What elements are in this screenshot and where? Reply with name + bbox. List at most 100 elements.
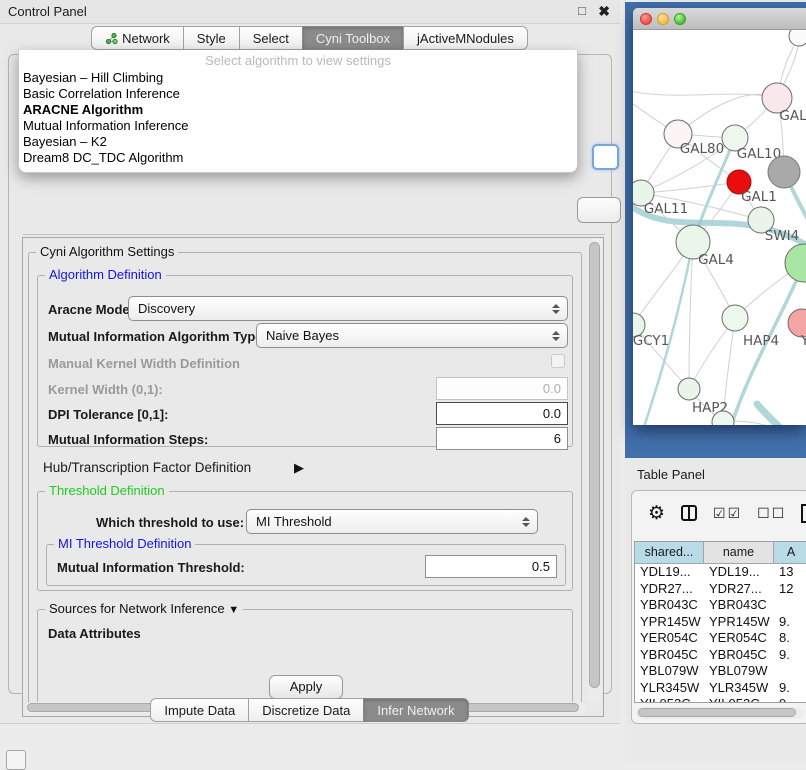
split-columns-icon[interactable] (680, 504, 698, 522)
tab-jactivemnodules[interactable]: jActiveMNodules (403, 26, 528, 50)
table-rows: YDL19...YDL19...13YDR27...YDR27...12YBR0… (635, 564, 806, 702)
network-node[interactable] (768, 156, 800, 188)
table-row[interactable]: YER054CYER054C8. (635, 630, 806, 647)
network-edge[interactable] (723, 421, 806, 425)
algorithm-option-dream8-dc-tdc-algorithm[interactable]: Dream8 DC_TDC Algorithm (19, 150, 577, 166)
network-window: GALGAL80GAL10GAL1GAL11SWI4GAL4GCY1HAP4YH… (633, 8, 806, 425)
table-cell: 9. (774, 614, 806, 631)
minimize-traffic-icon[interactable] (657, 13, 669, 25)
tab-infer-network[interactable]: Infer Network (363, 698, 468, 722)
group-title: Threshold Definition (45, 483, 169, 498)
zoom-traffic-icon[interactable] (674, 13, 686, 25)
tab-style[interactable]: Style (183, 26, 240, 50)
table-cell: YDL19... (635, 564, 704, 581)
algorithm-option-aracne-algorithm[interactable]: ARACNE Algorithm (19, 102, 577, 118)
node-table: shared...nameA YDL19...YDL19...13YDR27..… (634, 541, 806, 703)
table-cell: YBR045C (704, 647, 774, 664)
dropdown-prompt: Select algorithm to view settings (19, 50, 577, 70)
export-table-icon[interactable] (801, 504, 806, 523)
close-traffic-icon[interactable] (640, 13, 652, 25)
table-row[interactable]: YDR27...YDR27...12 (635, 581, 806, 598)
table-cell: 9 (774, 696, 806, 702)
float-window-icon[interactable]: □ (578, 3, 586, 18)
algorithm-option-bayesian-hill-climbing[interactable]: Bayesian – Hill Climbing (19, 70, 577, 86)
table-row[interactable]: YLR345WYLR345W9. (635, 680, 806, 697)
tab-network[interactable]: Network (91, 26, 184, 50)
tab-discretize-data[interactable]: Discretize Data (248, 698, 364, 722)
tab-label: Select (253, 27, 289, 50)
group-title: MI Threshold Definition (54, 536, 195, 551)
which-threshold-combo[interactable]: MI Threshold (246, 509, 538, 534)
table-cell: YPR145W (704, 614, 774, 631)
network-canvas[interactable]: GALGAL80GAL10GAL1GAL11SWI4GAL4GCY1HAP4YH… (633, 30, 806, 425)
table-cell: YBL079W (635, 663, 704, 680)
table-cell: YBR043C (704, 597, 774, 614)
table-cell: 8. (774, 630, 806, 647)
table-row[interactable]: YIL052CYIL052C9 (635, 696, 806, 702)
algorithm-option-mutual-information-inference[interactable]: Mutual Information Inference (19, 118, 577, 134)
network-node-hap4[interactable] (722, 305, 748, 331)
algorithm-option-bayesian-k2[interactable]: Bayesian – K2 (19, 134, 577, 150)
aracne-mode-value: Discovery (129, 301, 551, 316)
cyni-algorithm-settings-group: Cyni Algorithm Settings Algorithm Defini… (28, 252, 582, 710)
network-edge[interactable] (641, 182, 739, 193)
inference-algorithm-combo-partial[interactable] (592, 144, 619, 170)
gear-icon[interactable]: ⚙ (648, 502, 665, 525)
mi-steps-field[interactable]: 6 (436, 427, 568, 450)
network-window-titlebar[interactable] (633, 8, 806, 30)
node-label-gal11: GAL11 (644, 201, 688, 217)
column-header-a[interactable]: A (774, 542, 806, 564)
mi-steps-label: Mutual Information Steps: (48, 432, 208, 447)
dpi-tolerance-label: DPI Tolerance [0,1]: (48, 407, 168, 422)
mi-algorithm-type-combo[interactable]: Naive Bayes (256, 323, 568, 348)
tab-impute-data[interactable]: Impute Data (150, 698, 249, 722)
tab-label: Cyni Toolbox (316, 27, 390, 50)
group-title: Sources for Network Inference ▼ (45, 601, 243, 616)
tab-label: Network (122, 27, 170, 50)
table-row[interactable]: YDL19...YDL19...13 (635, 564, 806, 581)
unchecked-columns-icon[interactable]: ☐☐ (757, 505, 786, 522)
collapse-down-icon[interactable]: ▼ (228, 604, 239, 616)
table-cell: YDL19... (704, 564, 774, 581)
table-cell: YBR043C (635, 597, 704, 614)
checked-columns-icon[interactable]: ☑☑ (713, 505, 742, 522)
node-label-y: Y (800, 333, 806, 349)
table-row[interactable]: YBR043CYBR043C (635, 597, 806, 614)
table-cell (774, 663, 806, 680)
table-row[interactable]: YBL079WYBL079W (635, 663, 806, 680)
control-panel-titlebar: Control Panel □ ✖ (0, 0, 620, 24)
table-cell: YBR045C (635, 647, 704, 664)
node-label-gal4: GAL4 (698, 252, 734, 268)
network-node[interactable] (789, 30, 806, 46)
tab-label: jActiveMNodules (417, 27, 514, 50)
dpi-tolerance-field[interactable]: 0.0 (436, 402, 568, 425)
close-icon[interactable]: ✖ (598, 3, 610, 20)
mi-threshold-field[interactable]: 0.5 (425, 555, 557, 578)
column-header-name[interactable]: name (704, 542, 774, 564)
table-cell: 9. (774, 647, 806, 664)
table-horizontal-scrollbar[interactable] (636, 707, 804, 719)
network-edge[interactable] (757, 404, 806, 425)
hub-definition-label[interactable]: Hub/Transcription Factor Definition (43, 460, 251, 475)
table-cell: YIL052C (704, 696, 774, 702)
table-row[interactable]: YPR145WYPR145W9. (635, 614, 806, 631)
tab-select[interactable]: Select (239, 26, 303, 50)
apply-button[interactable]: Apply (269, 675, 343, 699)
column-header-shared[interactable]: shared... (635, 542, 704, 564)
tab-cyni-toolbox[interactable]: Cyni Toolbox (302, 26, 404, 50)
collapsed-panel-button[interactable] (6, 750, 26, 770)
table-cell: YLR345W (635, 680, 704, 697)
algorithm-dropdown-popup: Select algorithm to view settings Bayesi… (18, 50, 578, 173)
algorithm-option-basic-correlation-inference[interactable]: Basic Correlation Inference (19, 86, 577, 102)
network-node-hap2[interactable] (678, 378, 700, 400)
settings-vertical-scrollbar[interactable] (588, 240, 601, 702)
table-selector-combo-partial[interactable] (577, 197, 621, 223)
node-label-gal: GAL (779, 108, 806, 124)
aracne-mode-label: Aracne Mode: (48, 302, 134, 317)
manual-kernel-width-checkbox[interactable] (551, 354, 565, 368)
aracne-mode-combo[interactable]: Discovery (128, 296, 568, 321)
expand-right-icon[interactable]: ▶ (294, 460, 304, 476)
stepper-arrows-icon (551, 331, 560, 341)
table-row[interactable]: YBR045CYBR045C9. (635, 647, 806, 664)
network-node[interactable] (785, 244, 806, 282)
